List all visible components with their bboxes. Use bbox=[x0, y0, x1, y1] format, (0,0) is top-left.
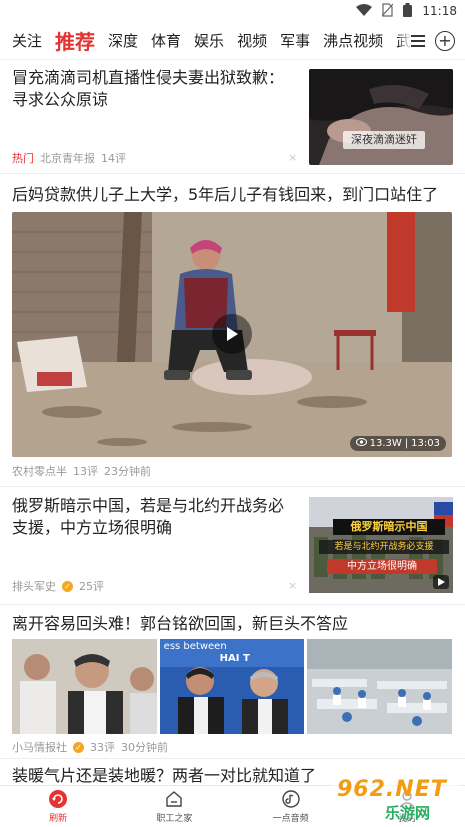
news-title[interactable]: 装暖气片还是装地暖？两者一对比就知道了 bbox=[12, 765, 316, 787]
tab-sports[interactable]: 体育 bbox=[151, 30, 181, 51]
news-meta: 热门 北京青年报 14评 bbox=[12, 150, 126, 166]
home-icon bbox=[164, 789, 184, 809]
audio-icon bbox=[281, 789, 301, 809]
status-time: 11:18 bbox=[422, 4, 457, 18]
tab-recommend[interactable]: 推荐 bbox=[55, 26, 95, 55]
news-feed: 冒充滴滴司机直播性侵夫妻出狱致歉：寻求公众原谅 热门 北京青年报 14评 × 深… bbox=[0, 61, 465, 799]
news-meta: 小马情报社 ✓ 33评 30分钟前 bbox=[12, 739, 168, 755]
menu-icon[interactable] bbox=[411, 35, 425, 47]
publish-time: 30分钟前 bbox=[121, 741, 168, 754]
news-item-video[interactable]: 后妈贷款供儿子上大学，5年后儿子有钱回来，到门口站住了 13.3W | 13:0… bbox=[0, 174, 465, 487]
image-text-2: HAI T bbox=[219, 653, 250, 664]
news-meta: 排头军史 ✓ 25评 bbox=[12, 578, 104, 594]
news-title[interactable]: 后妈贷款供儿子上大学，5年后儿子有钱回来，到门口站住了 bbox=[12, 184, 438, 206]
tab-video[interactable]: 视频 bbox=[237, 30, 267, 51]
news-source: 农村零点半 bbox=[12, 465, 67, 478]
news-title[interactable]: 俄罗斯暗示中国，若是与北约开战务必支援，中方立场很明确 bbox=[12, 495, 297, 539]
publish-time: 23分钟前 bbox=[104, 465, 151, 478]
image-text: ess between bbox=[163, 641, 227, 652]
thumb-subline-2: 中方立场很明确 bbox=[347, 561, 417, 572]
news-item[interactable]: 冒充滴滴司机直播性侵夫妻出狱致歉：寻求公众原谅 热门 北京青年报 14评 × 深… bbox=[0, 61, 465, 174]
refresh-icon bbox=[48, 789, 68, 809]
verified-icon: ✓ bbox=[62, 580, 73, 592]
watermark-text: 962.NET bbox=[337, 777, 447, 802]
nav-label: 职工之家 bbox=[156, 814, 193, 824]
views-icon bbox=[355, 438, 367, 449]
video-stats-badge: 13.3W | 13:03 bbox=[349, 436, 446, 451]
play-button[interactable] bbox=[212, 314, 252, 354]
dismiss-icon[interactable]: × bbox=[288, 579, 297, 592]
news-meta: 农村零点半 13评 23分钟前 bbox=[12, 463, 151, 479]
watermark-subtext: 乐游网 bbox=[385, 804, 431, 822]
nav-home[interactable]: 职工之家 bbox=[116, 786, 232, 827]
dismiss-icon[interactable]: × bbox=[288, 151, 297, 164]
news-image-3[interactable] bbox=[307, 639, 453, 734]
tab-hot-video[interactable]: 沸点视频 bbox=[323, 30, 383, 51]
nav-label: 刷新 bbox=[49, 814, 68, 824]
battery-icon bbox=[403, 2, 413, 20]
view-count: 13.3W bbox=[369, 438, 402, 449]
thumb-headline: 俄罗斯暗示中国 bbox=[350, 520, 428, 533]
tab-actions: + bbox=[399, 22, 465, 59]
news-thumbnail[interactable]: 俄罗斯暗示中国 若是与北约开战务必支援 中方立场很明确 bbox=[309, 497, 453, 593]
news-image-1[interactable] bbox=[12, 639, 157, 734]
watermark-logo: 962.NET 乐游网 bbox=[331, 775, 461, 823]
news-source: 排头军史 bbox=[12, 580, 56, 593]
news-source: 小马情报社 bbox=[12, 741, 67, 754]
tab-depth[interactable]: 深度 bbox=[108, 30, 138, 51]
news-source: 北京青年报 bbox=[40, 152, 95, 165]
comment-count: 13评 bbox=[73, 465, 98, 478]
status-bar: 11:18 bbox=[0, 0, 465, 22]
tab-entertainment[interactable]: 娱乐 bbox=[194, 30, 224, 51]
video-duration: 13:03 bbox=[411, 438, 440, 449]
verified-icon: ✓ bbox=[73, 741, 84, 753]
comment-count: 33评 bbox=[90, 741, 115, 754]
news-image-2[interactable]: ess between HAI T bbox=[159, 639, 305, 734]
news-item[interactable]: 俄罗斯暗示中国，若是与北约开战务必支援，中方立场很明确 排头军史 ✓ 25评 × bbox=[0, 487, 465, 605]
wifi-icon bbox=[356, 3, 373, 19]
thumb-subline: 若是与北约开战务必支援 bbox=[334, 542, 434, 552]
no-sim-icon bbox=[381, 2, 394, 20]
video-player[interactable]: 13.3W | 13:03 bbox=[12, 212, 452, 457]
comment-count: 25评 bbox=[79, 580, 104, 593]
hot-tag: 热门 bbox=[12, 152, 34, 165]
nav-label: 一点音频 bbox=[272, 814, 309, 824]
news-thumbnail[interactable]: 深夜滴滴迷奸 bbox=[309, 69, 453, 165]
channel-tabs: 关注 推荐 深度 体育 娱乐 视频 军事 沸点视频 武 + bbox=[0, 22, 465, 60]
nav-refresh[interactable]: 刷新 bbox=[0, 786, 116, 827]
tab-military[interactable]: 军事 bbox=[280, 30, 310, 51]
comment-count: 14评 bbox=[101, 152, 126, 165]
plus-circle-icon[interactable]: + bbox=[435, 31, 455, 51]
news-image-row[interactable]: ess between HAI T bbox=[12, 639, 453, 734]
news-title[interactable]: 离开容易回头难！郭台铭欲回国，新巨头不答应 bbox=[12, 613, 348, 635]
news-title[interactable]: 冒充滴滴司机直播性侵夫妻出狱致歉：寻求公众原谅 bbox=[12, 67, 297, 111]
news-item[interactable]: 离开容易回头难！郭台铭欲回国，新巨头不答应 ess between HAI T … bbox=[0, 605, 465, 759]
thumb-caption: 深夜滴滴迷奸 bbox=[351, 133, 417, 146]
tab-follow[interactable]: 关注 bbox=[12, 30, 42, 51]
